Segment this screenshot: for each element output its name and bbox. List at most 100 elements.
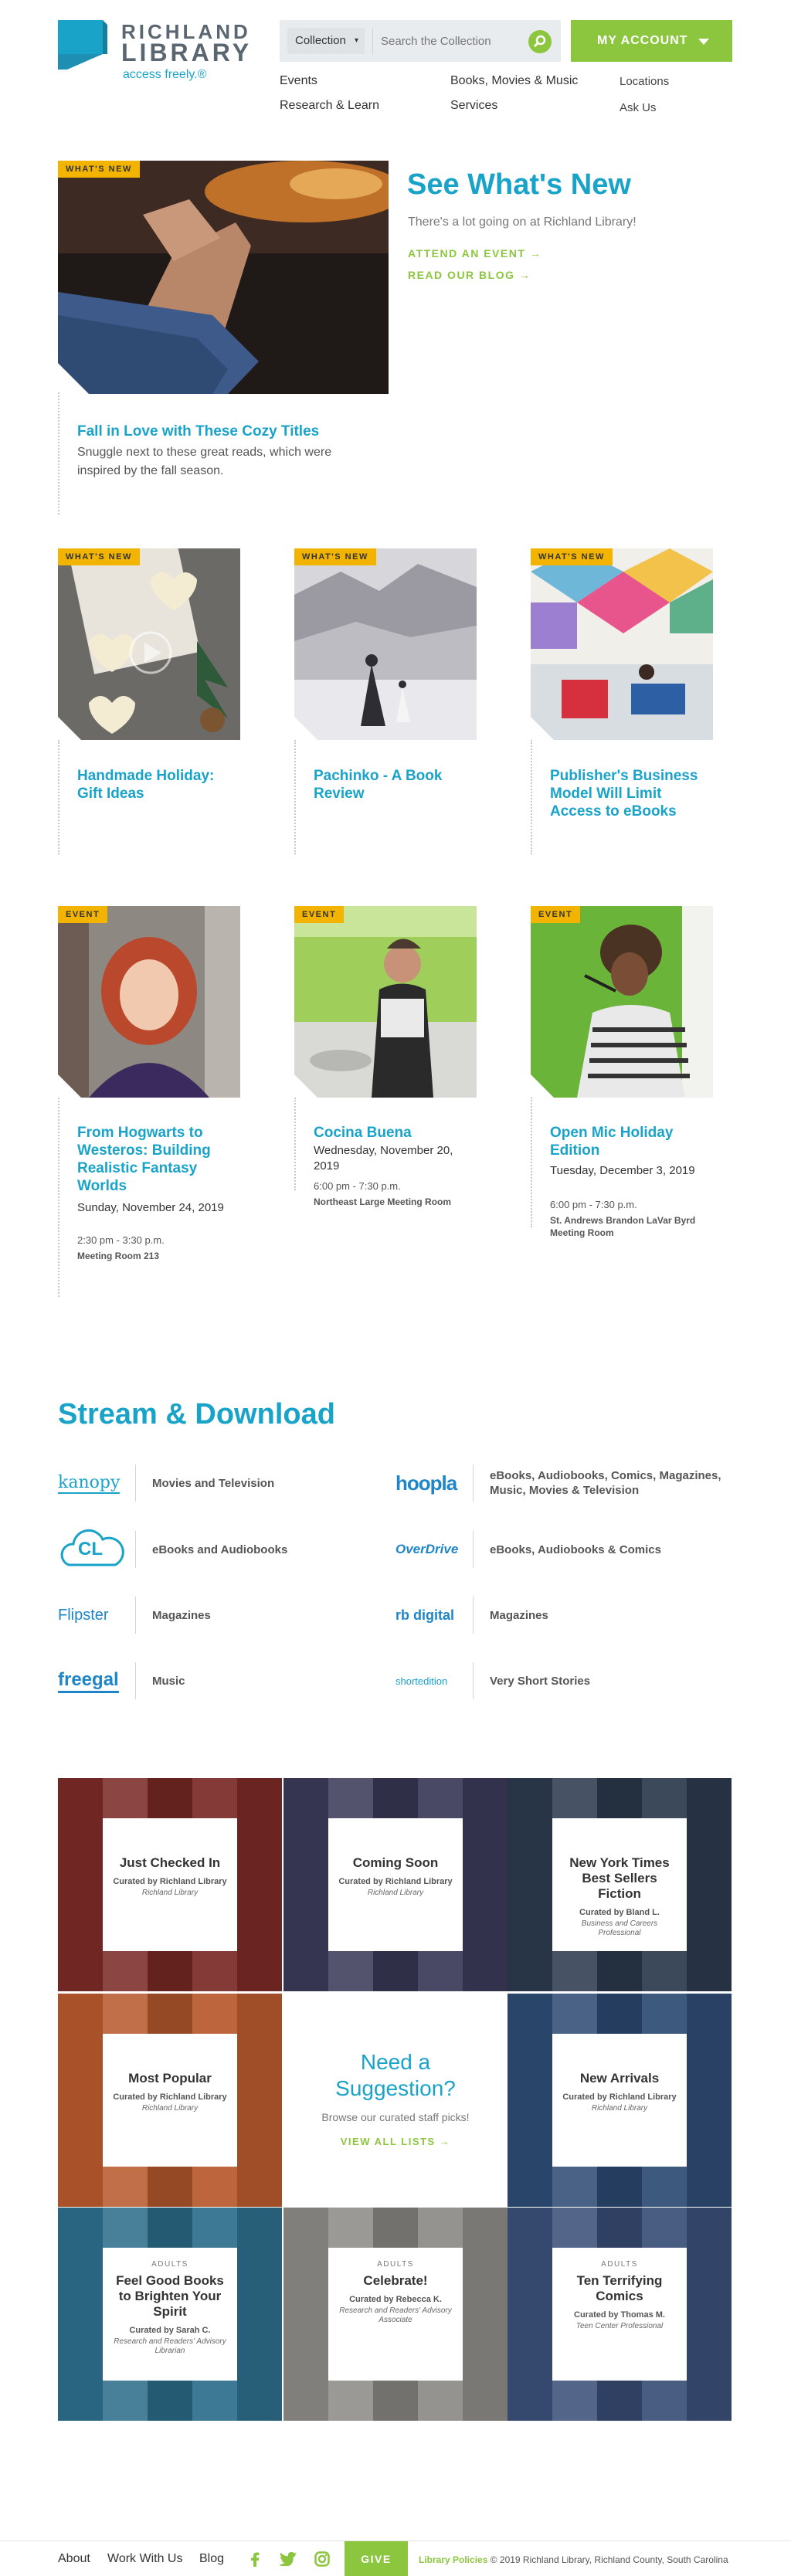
- footer-blog-link[interactable]: Blog: [199, 2552, 224, 2566]
- curated-list-tile[interactable]: ADULTS Ten Terrifying Comics Curated by Th…: [508, 2208, 732, 2421]
- read-blog-link[interactable]: READ OUR BLOG →: [408, 269, 531, 281]
- gift-ideas-photo: [58, 548, 240, 740]
- library-policies-link[interactable]: Library Policies: [419, 2554, 487, 2565]
- curated-list-card[interactable]: ADULTS Feel Good Books to Brighten Your S…: [103, 2248, 237, 2381]
- my-account-label: MY ACCOUNT: [597, 34, 688, 47]
- overdrive-logo-icon: OverDrive: [396, 1542, 459, 1556]
- corner-fold: [531, 717, 554, 740]
- news-card-title-3[interactable]: Publisher's Business Model Will Limit Ac…: [550, 767, 704, 820]
- book-cover: [58, 2208, 103, 2421]
- divider-dotted: [531, 1098, 532, 1227]
- corner-fold: [58, 1074, 81, 1098]
- nav-services[interactable]: Services: [450, 99, 497, 113]
- book-cover: [508, 2208, 552, 2421]
- corner-fold: [531, 1074, 554, 1098]
- curated-list-card[interactable]: Just Checked In Curated by Richland Libra…: [103, 1818, 237, 1951]
- need-suggestion-panel: Need a Suggestion? Browse our curated st…: [283, 1994, 508, 2207]
- search-category-label: Collection: [295, 34, 346, 47]
- chevron-down-icon: ▾: [354, 36, 358, 45]
- view-all-lists-link[interactable]: VIEW ALL LISTS →: [283, 2136, 508, 2147]
- event-card-image-2[interactable]: EVENT: [294, 906, 477, 1098]
- stream-item-cloudlibrary[interactable]: CL eBooks and Audiobooks: [58, 1528, 382, 1571]
- book-cover: [58, 1778, 103, 1991]
- news-badge-2: WHAT'S NEW: [294, 548, 376, 565]
- stream-download-title: Stream & Download: [58, 1398, 335, 1431]
- event-card-title-1[interactable]: From Hogwarts to Westeros: Building Real…: [77, 1124, 232, 1195]
- feature-badge: WHAT'S NEW: [58, 161, 140, 178]
- stream-item-kanopy[interactable]: kanopy Movies and Television: [58, 1461, 382, 1505]
- list-name: New York Times Best Sellers Fiction: [569, 1855, 670, 1901]
- event-card-image-1[interactable]: EVENT: [58, 906, 240, 1098]
- nav-research-learn[interactable]: Research & Learn: [280, 99, 379, 113]
- stream-item-rbdigital[interactable]: rb digital Magazines: [396, 1593, 735, 1637]
- news-card-title-2[interactable]: Pachinko - A Book Review: [314, 767, 468, 803]
- twitter-icon[interactable]: [278, 2551, 297, 2570]
- list-name: Coming Soon: [352, 1855, 439, 1870]
- corner-fold: [58, 717, 81, 740]
- curated-list-card[interactable]: ADULTS Ten Terrifying Comics Curated by Th…: [552, 2248, 687, 2381]
- freegal-logo-icon: freegal: [58, 1659, 134, 1702]
- footer-copyright: Library Policies © 2019 Richland Library…: [419, 2554, 728, 2565]
- nav-books-movies-music[interactable]: Books, Movies & Music: [450, 74, 578, 88]
- curated-list-card[interactable]: Most Popular Curated by Richland Library R…: [103, 2034, 237, 2167]
- logo-mark-icon: [58, 20, 107, 70]
- curated-list-tile[interactable]: Most Popular Curated by Richland Library R…: [58, 1994, 282, 2207]
- nav-events[interactable]: Events: [280, 74, 317, 88]
- event-card-title-2[interactable]: Cocina Buena: [314, 1124, 468, 1142]
- stream-item-shortedition[interactable]: shortedition Very Short Stories: [396, 1659, 735, 1702]
- divider-dotted: [58, 392, 59, 514]
- curated-list-tile[interactable]: Coming Soon Curated by Richland Library Ri…: [283, 1778, 508, 1991]
- footer-about-link[interactable]: About: [58, 2552, 90, 2566]
- book-cover: [58, 1994, 103, 2207]
- cooking-class-photo: [294, 906, 477, 1098]
- corner-fold: [294, 717, 317, 740]
- curated-list-tile[interactable]: New Arrivals Curated by Richland Library R…: [508, 1994, 732, 2207]
- event-badge-2: EVENT: [294, 906, 345, 923]
- site-logo[interactable]: RICHLAND LIBRARY access freely.®: [58, 20, 259, 81]
- stream-label: Magazines: [152, 1608, 211, 1622]
- event-card-title-3[interactable]: Open Mic Holiday Edition: [550, 1124, 704, 1159]
- divider: [473, 1662, 474, 1699]
- search-input[interactable]: [372, 28, 524, 54]
- curated-list-card[interactable]: Coming Soon Curated by Richland Library Ri…: [328, 1818, 463, 1951]
- nav-locations[interactable]: Locations: [620, 75, 669, 88]
- give-button[interactable]: GIVE: [345, 2541, 408, 2576]
- corner-fold: [58, 363, 89, 394]
- news-badge-1: WHAT'S NEW: [58, 548, 140, 565]
- news-card-title-1[interactable]: Handmade Holiday: Gift Ideas: [77, 767, 232, 803]
- feature-image[interactable]: WHAT'S NEW: [58, 161, 389, 394]
- news-card-image-3[interactable]: WHAT'S NEW: [531, 548, 713, 740]
- book-cover: [237, 2208, 282, 2421]
- see-whats-new-title: See What's New: [407, 168, 631, 201]
- curated-list-card[interactable]: New Arrivals Curated by Richland Library R…: [552, 2034, 687, 2167]
- event-badge-1: EVENT: [58, 906, 108, 923]
- instagram-icon[interactable]: [314, 2551, 330, 2571]
- stream-label: Magazines: [490, 1608, 548, 1622]
- nav-ask-us[interactable]: Ask Us: [620, 101, 657, 114]
- event-card-time-3: 6:00 pm - 7:30 p.m.: [550, 1199, 637, 1210]
- curated-list-tile[interactable]: ADULTS Celebrate! Curated by Rebecca K. Res…: [283, 2208, 508, 2421]
- facebook-icon[interactable]: [250, 2551, 260, 2571]
- my-account-button[interactable]: MY ACCOUNT: [571, 20, 732, 62]
- stream-item-freegal[interactable]: freegal Music: [58, 1659, 382, 1702]
- search-category-select[interactable]: Collection ▾: [287, 28, 365, 54]
- search-button[interactable]: [528, 30, 552, 53]
- curated-list-tile[interactable]: New York Times Best Sellers Fiction Curat…: [508, 1778, 732, 1991]
- divider-dotted: [294, 1098, 296, 1190]
- list-curator: Curated by Richland Library: [113, 2092, 227, 2102]
- curated-list-tile[interactable]: Just Checked In Curated by Richland Libra…: [58, 1778, 282, 1991]
- news-card-image-2[interactable]: WHAT'S NEW: [294, 548, 477, 740]
- news-card-image-1[interactable]: WHAT'S NEW: [58, 548, 240, 740]
- curated-list-card[interactable]: ADULTS Celebrate! Curated by Rebecca K. Res…: [328, 2248, 463, 2381]
- curated-list-card[interactable]: New York Times Best Sellers Fiction Curat…: [552, 1818, 687, 1951]
- feature-title[interactable]: Fall in Love with These Cozy Titles: [77, 423, 319, 440]
- stream-item-flipster[interactable]: Flipster Magazines: [58, 1593, 382, 1637]
- attend-event-link[interactable]: ATTEND AN EVENT →: [408, 247, 541, 260]
- stream-item-overdrive[interactable]: OverDrive eBooks, Audiobooks & Comics: [396, 1528, 735, 1571]
- event-card-image-3[interactable]: EVENT: [531, 906, 713, 1098]
- footer-work-with-us-link[interactable]: Work With Us: [107, 2552, 182, 2566]
- stream-item-hoopla[interactable]: hoopla eBooks, Audiobooks, Comics, Magaz…: [396, 1461, 735, 1505]
- need-suggestion-title: Need a Suggestion?: [335, 2050, 456, 2100]
- curated-list-tile[interactable]: ADULTS Feel Good Books to Brighten Your S…: [58, 2208, 282, 2421]
- list-curator-role: Richland Library: [367, 1889, 424, 1897]
